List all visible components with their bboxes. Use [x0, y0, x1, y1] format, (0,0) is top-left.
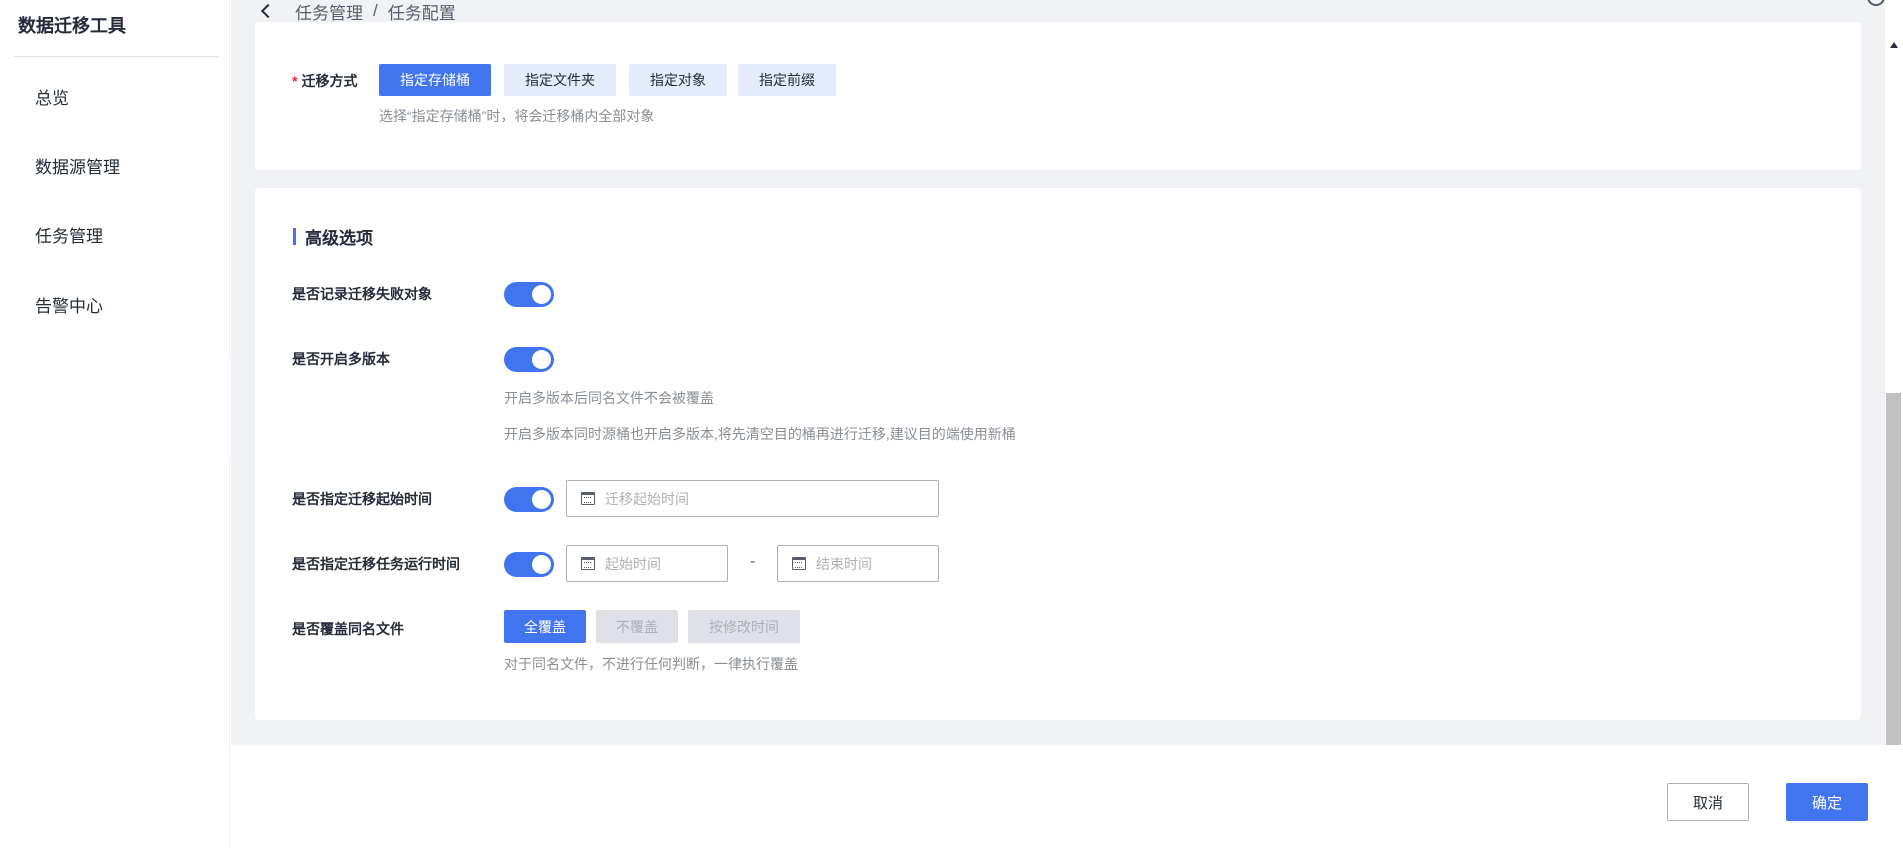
- toggle-knob: [532, 350, 551, 369]
- multi-version-hint-1: 开启多版本后同名文件不会被覆盖: [504, 390, 714, 406]
- migration-method-card: * 迁移方式 指定存储桶 指定文件夹 指定对象 指定前缀 选择“指定存储桶”时，将…: [255, 22, 1861, 170]
- run-time-toggle[interactable]: [504, 552, 554, 577]
- breadcrumb-separator: /: [373, 1, 378, 20]
- migration-method-hint: 选择“指定存储桶”时，将会迁移桶内全部对象: [379, 108, 655, 124]
- calendar-icon: [792, 557, 806, 570]
- toggle-knob: [532, 285, 551, 304]
- overwrite-all-button[interactable]: 全覆盖: [504, 610, 586, 643]
- scroll-up-arrow-icon[interactable]: [1890, 42, 1898, 48]
- run-end-time-placeholder: 结束时间: [816, 555, 872, 572]
- sidebar-divider: [14, 56, 219, 57]
- option-folder-button[interactable]: 指定文件夹: [504, 64, 616, 96]
- run-time-label: 是否指定迁移任务运行时间: [292, 556, 460, 572]
- sidebar-item-overview[interactable]: 总览: [35, 84, 69, 109]
- user-avatar-icon[interactable]: [1867, 0, 1885, 6]
- sidebar-item-alerts[interactable]: 告警中心: [35, 292, 103, 317]
- vertical-scrollbar[interactable]: [1885, 0, 1903, 745]
- range-separator: -: [750, 553, 756, 570]
- run-start-time-input[interactable]: 起始时间: [566, 545, 728, 582]
- no-overwrite-button: 不覆盖: [596, 610, 678, 643]
- section-title: 高级选项: [293, 224, 373, 249]
- multi-version-hint-2: 开启多版本同时源桶也开启多版本,将先清空目的桶再进行迁移,建议目的端使用新桶: [504, 426, 1016, 442]
- option-bucket-button[interactable]: 指定存储桶: [379, 64, 491, 96]
- scrollbar-thumb[interactable]: [1886, 393, 1901, 745]
- migration-method-label: * 迁移方式: [292, 73, 358, 89]
- advanced-options-card: 高级选项 是否记录迁移失败对象 是否开启多版本 开启多版本后同名文件不会被覆盖 …: [255, 188, 1861, 720]
- toggle-knob: [532, 555, 551, 574]
- app-title: 数据迁移工具: [18, 16, 126, 36]
- sidebar: 数据迁移工具 总览 数据源管理 任务管理 告警中心: [0, 0, 230, 848]
- breadcrumb: 任务管理 / 任务配置: [260, 0, 456, 24]
- overwrite-by-mtime-button: 按修改时间: [688, 610, 800, 643]
- section-title-bar: [293, 228, 296, 245]
- footer-bar: 取消 确定: [231, 745, 1903, 848]
- confirm-button[interactable]: 确定: [1786, 783, 1868, 821]
- multi-version-label: 是否开启多版本: [292, 351, 390, 367]
- record-failed-label: 是否记录迁移失败对象: [292, 286, 432, 302]
- sidebar-item-tasks[interactable]: 任务管理: [35, 222, 103, 247]
- breadcrumb-current: 任务配置: [387, 3, 456, 23]
- overwrite-label: 是否覆盖同名文件: [292, 621, 404, 637]
- main-content: 任务管理 / 任务配置 * 迁移方式 指定存储桶 指定文件夹 指定对象 指定前缀 …: [231, 0, 1885, 745]
- breadcrumb-parent[interactable]: 任务管理: [295, 0, 363, 24]
- multi-version-toggle[interactable]: [504, 347, 554, 372]
- start-time-placeholder: 迁移起始时间: [605, 490, 689, 507]
- start-time-toggle[interactable]: [504, 487, 554, 512]
- required-mark: *: [292, 73, 298, 89]
- sidebar-item-datasource[interactable]: 数据源管理: [35, 153, 120, 178]
- option-object-button[interactable]: 指定对象: [629, 64, 727, 96]
- calendar-icon: [581, 492, 595, 505]
- record-failed-toggle[interactable]: [504, 282, 554, 307]
- start-time-input[interactable]: 迁移起始时间: [566, 480, 939, 517]
- toggle-knob: [532, 490, 551, 509]
- back-arrow-icon[interactable]: [260, 3, 276, 19]
- calendar-icon: [581, 557, 595, 570]
- cancel-button[interactable]: 取消: [1667, 783, 1749, 821]
- run-start-time-placeholder: 起始时间: [605, 555, 661, 572]
- run-end-time-input[interactable]: 结束时间: [777, 545, 939, 582]
- option-prefix-button[interactable]: 指定前缀: [738, 64, 836, 96]
- start-time-label: 是否指定迁移起始时间: [292, 491, 432, 507]
- overwrite-hint: 对于同名文件，不进行任何判断，一律执行覆盖: [504, 656, 798, 672]
